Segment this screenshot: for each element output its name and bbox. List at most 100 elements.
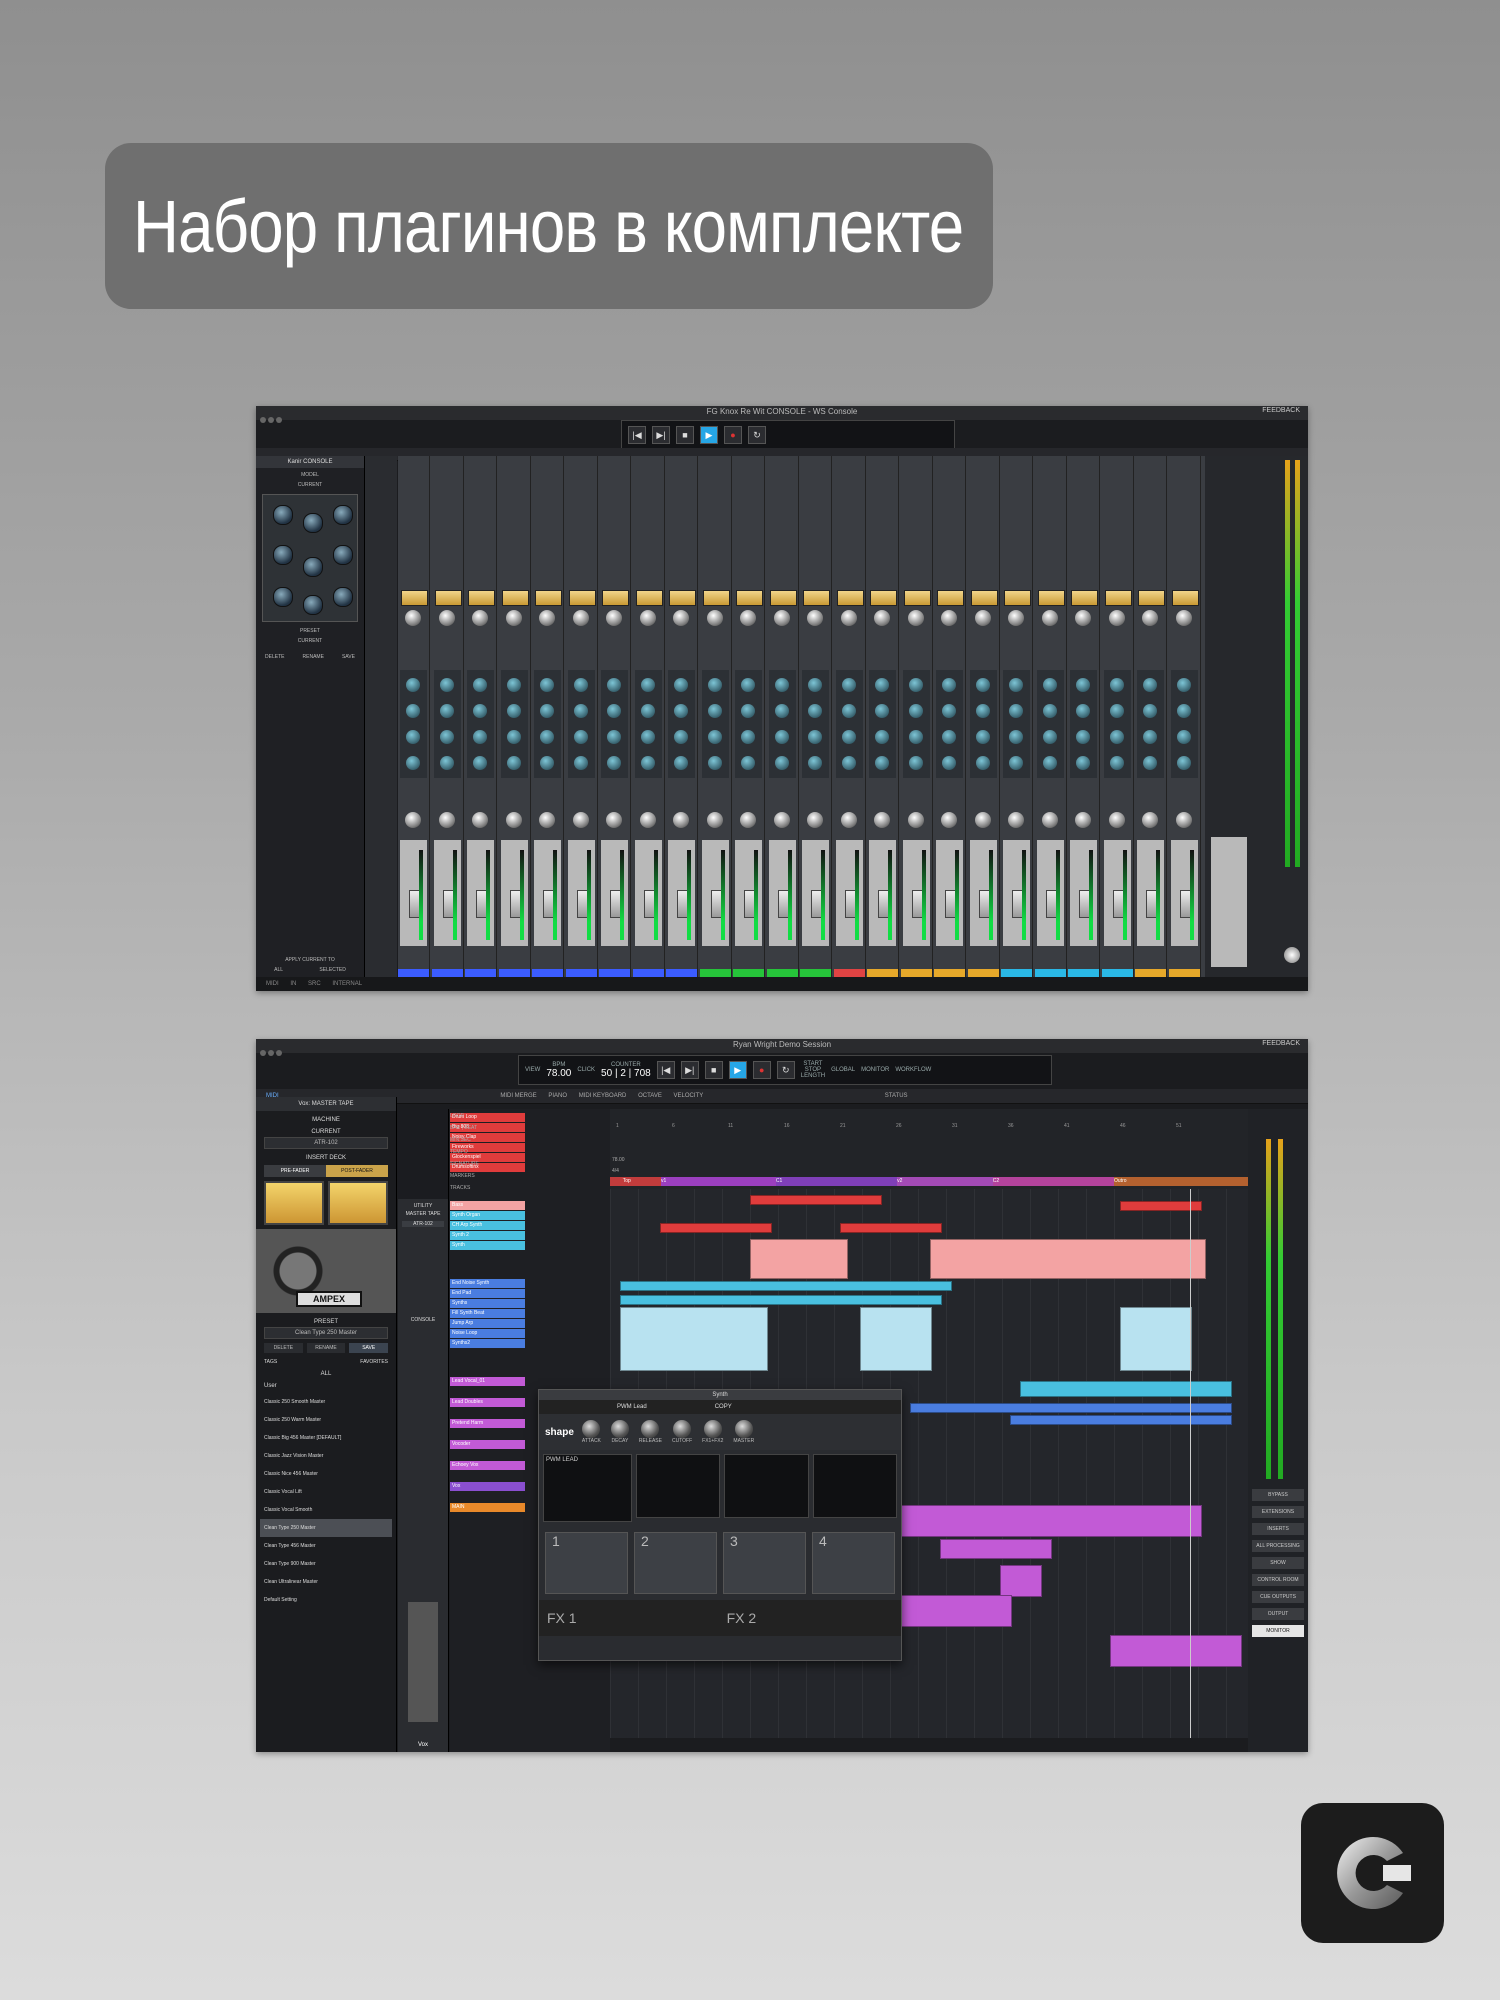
preset-item[interactable]: Clean Type 456 Master — [260, 1537, 392, 1555]
lcd-display[interactable] — [635, 1454, 720, 1518]
channel-color-tag[interactable] — [867, 969, 898, 977]
macro-knob[interactable]: CUTOFF — [672, 1420, 692, 1444]
channel-knob[interactable] — [840, 610, 857, 626]
start-stop-length[interactable]: START STOP LENGTH — [801, 1061, 825, 1079]
channel-eq[interactable] — [400, 670, 427, 778]
pre-fader-option[interactable]: PRE-FADER — [264, 1165, 326, 1177]
audio-clip[interactable] — [1010, 1415, 1232, 1425]
monitor-control[interactable]: MONITOR — [861, 1067, 889, 1073]
synth-preset-name[interactable]: PWM Lead — [617, 1404, 647, 1410]
channel-color-tag[interactable] — [900, 969, 932, 977]
marker-label[interactable]: v1 — [661, 1178, 666, 1184]
channel-color-tag[interactable] — [465, 969, 496, 977]
channel-fader[interactable] — [1003, 840, 1030, 946]
channel-fader[interactable] — [1070, 840, 1097, 946]
rewind-button[interactable]: |◀ — [628, 426, 646, 444]
channel-color-tag[interactable] — [800, 969, 831, 977]
preset-item[interactable]: Clean Type 900 Master — [260, 1555, 392, 1573]
track-header[interactable]: Synth — [450, 1241, 525, 1250]
atr-insert[interactable]: ATR-102 — [402, 1221, 444, 1227]
channel-fader[interactable] — [400, 840, 427, 946]
channel-color-tag[interactable] — [532, 969, 563, 977]
channel-eq[interactable] — [634, 670, 662, 778]
channel-fader[interactable] — [735, 840, 762, 946]
pan-knob[interactable] — [1108, 812, 1125, 828]
tags-toggle[interactable]: TAGS — [264, 1359, 277, 1365]
preset-item[interactable]: Classic Nice 456 Master — [260, 1465, 392, 1483]
channel-fader[interactable] — [1170, 840, 1198, 946]
preset-item[interactable]: Classic Vocal Smooth — [260, 1501, 392, 1519]
pan-knob[interactable] — [874, 812, 890, 828]
audio-clip[interactable] — [620, 1295, 942, 1305]
panel-button[interactable]: OUTPUT — [1252, 1608, 1304, 1620]
channel-fader[interactable] — [869, 840, 896, 946]
pan-knob[interactable] — [840, 812, 857, 828]
eq-knob[interactable] — [303, 513, 323, 533]
channel-color-tag[interactable] — [666, 969, 697, 977]
channel-eq[interactable] — [1103, 670, 1131, 778]
audio-clip[interactable] — [620, 1307, 768, 1371]
channel-color-tag[interactable] — [565, 969, 597, 977]
macro-knob[interactable]: ATTACK — [582, 1420, 601, 1444]
feedback-link[interactable]: FEEDBACK — [1262, 1040, 1300, 1047]
favorites-toggle[interactable]: FAVORITES — [360, 1359, 388, 1365]
panel-button[interactable]: CONTROL ROOM — [1252, 1574, 1304, 1586]
apply-selected-button[interactable]: SELECTED — [319, 967, 345, 973]
play-button[interactable]: ▶ — [700, 426, 718, 444]
channel-color-tag[interactable] — [1101, 969, 1133, 977]
loop-button[interactable]: ↻ — [748, 426, 766, 444]
master-fader[interactable] — [1211, 837, 1247, 967]
pan-knob[interactable] — [1041, 812, 1058, 828]
record-button[interactable]: ● — [724, 426, 742, 444]
channel-color-tag[interactable] — [431, 969, 463, 977]
channel-color-tag[interactable] — [1034, 969, 1066, 977]
pan-knob[interactable] — [673, 812, 689, 828]
macro-knob[interactable]: RELEASE — [639, 1420, 662, 1444]
panel-button[interactable]: INSERTS — [1252, 1523, 1304, 1535]
channel-fader[interactable] — [567, 840, 595, 946]
pan-knob[interactable] — [639, 812, 656, 828]
track-header[interactable]: Synth Organ — [450, 1211, 525, 1220]
marker-label[interactable]: Outro — [1114, 1178, 1127, 1184]
pan-knob[interactable] — [740, 812, 756, 828]
track-header[interactable]: MAIN — [450, 1503, 525, 1512]
eq-knob[interactable] — [273, 545, 293, 565]
pan-knob[interactable] — [1008, 812, 1024, 828]
audio-clip[interactable] — [750, 1195, 882, 1205]
pan-knob[interactable] — [539, 812, 555, 828]
panel-button[interactable]: ALL PROCESSING — [1252, 1540, 1304, 1552]
preset-item[interactable]: Classic Big 456 Master [DEFAULT] — [260, 1429, 392, 1447]
track-header[interactable]: Synths — [450, 1299, 525, 1308]
channel-eq[interactable] — [1170, 670, 1198, 778]
channel-eq[interactable] — [1003, 670, 1030, 778]
loop-button[interactable]: ↻ — [776, 1061, 795, 1079]
channel-eq[interactable] — [768, 670, 796, 778]
macro-knob[interactable]: DECAY — [610, 1420, 629, 1444]
audio-clip[interactable] — [620, 1281, 952, 1291]
channel-strip-plugin[interactable] — [262, 494, 358, 622]
pan-knob[interactable] — [472, 812, 488, 828]
channel-eq[interactable] — [433, 670, 461, 778]
counter-display[interactable]: COUNTER 50 | 2 | 708 — [601, 1062, 651, 1079]
track-header[interactable]: Jump Arp — [450, 1319, 525, 1328]
save-button[interactable]: SAVE — [349, 1343, 389, 1353]
channel-color-tag[interactable] — [766, 969, 798, 977]
audio-clip[interactable] — [660, 1223, 772, 1233]
copy-button[interactable]: COPY — [715, 1404, 732, 1410]
track-header[interactable]: Synth 2 — [450, 1231, 525, 1240]
stop-button[interactable]: ■ — [704, 1061, 723, 1079]
playhead[interactable] — [1190, 1189, 1191, 1738]
workflow-control[interactable]: WORKFLOW — [895, 1067, 931, 1073]
channel-knob[interactable] — [874, 610, 890, 626]
channel-knob[interactable] — [1142, 610, 1158, 626]
audio-clip[interactable] — [1110, 1635, 1242, 1667]
stop-button[interactable]: ■ — [676, 426, 694, 444]
channel-color-tag[interactable] — [632, 969, 664, 977]
marker-label[interactable]: v2 — [897, 1178, 902, 1184]
channel-eq[interactable] — [1036, 670, 1064, 778]
track-header[interactable]: End Noise Synth — [450, 1279, 525, 1288]
audio-clip[interactable] — [1000, 1565, 1042, 1597]
marker-label[interactable]: C2 — [993, 1178, 999, 1184]
channel-fader[interactable] — [802, 840, 829, 946]
audio-clip[interactable] — [860, 1307, 932, 1371]
